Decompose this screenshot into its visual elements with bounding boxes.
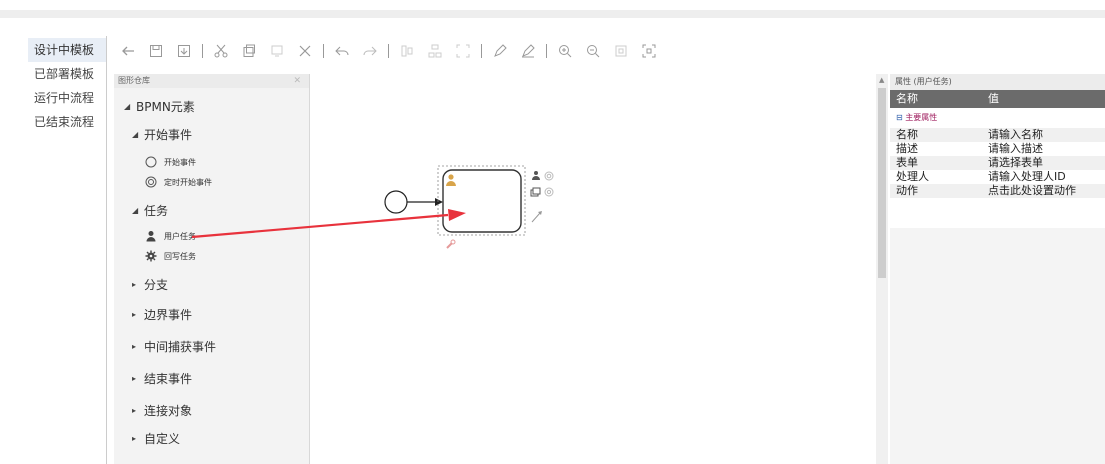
property-rows: 名称 请输入名称 描述 请输入描述 表单 请选择表单 处理人 请输入处理人ID … bbox=[890, 128, 1105, 198]
property-row-assignee[interactable]: 处理人 请输入处理人ID bbox=[890, 170, 1105, 184]
canvas-scrollbar[interactable]: ▲ bbox=[876, 74, 888, 464]
scroll-up-icon[interactable]: ▲ bbox=[879, 76, 884, 84]
context-task-icon[interactable] bbox=[530, 187, 541, 197]
properties-panel: 属性 (用户任务) 名称 值 ⊟ 主要属性 名称 请输入名称 描述 请输入描述 … bbox=[890, 74, 1105, 464]
annotation-arrow bbox=[191, 209, 466, 239]
property-row-description[interactable]: 描述 请输入描述 bbox=[890, 142, 1105, 156]
properties-column-header: 名称 值 bbox=[890, 90, 1105, 108]
property-key: 处理人 bbox=[896, 170, 929, 183]
property-value[interactable]: 请输入名称 bbox=[988, 128, 1105, 142]
column-value: 值 bbox=[988, 92, 999, 105]
column-name: 名称 bbox=[896, 92, 918, 105]
property-value[interactable]: 请输入处理人ID bbox=[988, 170, 1105, 184]
scrollbar-thumb[interactable] bbox=[878, 88, 886, 278]
wrench-icon[interactable] bbox=[446, 239, 456, 249]
property-value[interactable]: 请选择表单 bbox=[988, 156, 1105, 170]
property-row-action[interactable]: 动作 点击此处设置动作 bbox=[890, 184, 1105, 198]
properties-empty-area bbox=[890, 228, 1105, 464]
property-value[interactable]: 请输入描述 bbox=[988, 142, 1105, 156]
property-key: 动作 bbox=[896, 184, 918, 197]
user-task-shape[interactable] bbox=[442, 169, 522, 233]
group-label: 主要属性 bbox=[905, 113, 938, 122]
property-group-main[interactable]: ⊟ 主要属性 bbox=[890, 108, 1105, 128]
property-key: 名称 bbox=[896, 128, 918, 141]
property-key: 表单 bbox=[896, 156, 918, 169]
property-row-form[interactable]: 表单 请选择表单 bbox=[890, 156, 1105, 170]
collapse-icon[interactable]: ⊟ bbox=[896, 113, 903, 122]
context-timer-icon[interactable] bbox=[544, 187, 554, 197]
context-event-icon[interactable] bbox=[544, 171, 554, 181]
property-key: 描述 bbox=[896, 142, 918, 155]
start-event-shape[interactable] bbox=[384, 190, 408, 214]
properties-title: 属性 (用户任务) bbox=[890, 74, 1105, 90]
property-value[interactable]: 点击此处设置动作 bbox=[988, 184, 1105, 198]
context-connect-icon[interactable] bbox=[531, 211, 542, 223]
context-user-icon[interactable] bbox=[532, 171, 540, 180]
property-row-name[interactable]: 名称 请输入名称 bbox=[890, 128, 1105, 142]
